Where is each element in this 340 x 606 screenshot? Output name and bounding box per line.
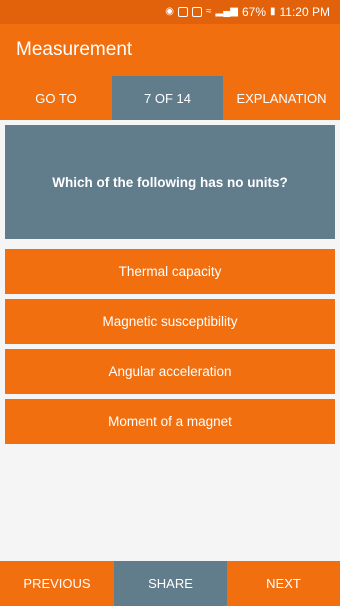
app-notification-icon [178,7,188,17]
goto-button[interactable]: GO TO [0,76,112,120]
notification-icon: ◉ [165,6,174,17]
app-bar: Measurement [0,24,340,76]
wifi-icon: ≈ [206,6,212,17]
bottom-nav: PREVIOUS SHARE NEXT [0,561,340,606]
answer-option[interactable]: Thermal capacity [5,249,335,294]
answer-option[interactable]: Moment of a magnet [5,399,335,444]
status-time: 11:20 PM [279,5,330,19]
page-title: Measurement [16,39,133,60]
answer-option[interactable]: Angular acceleration [5,349,335,394]
image-icon [192,7,202,17]
question-text: Which of the following has no units? [52,174,288,190]
share-button[interactable]: SHARE [114,561,227,606]
answer-options: Thermal capacity Magnetic susceptibility… [5,249,335,449]
battery-icon: ▮ [270,6,276,17]
previous-button[interactable]: PREVIOUS [0,561,114,606]
signal-icon: ▂▄▆ [215,6,238,17]
status-bar: ◉ ≈ ▂▄▆ 67% ▮ 11:20 PM [0,0,340,24]
next-button[interactable]: NEXT [227,561,340,606]
question-counter: 7 OF 14 [112,76,223,120]
explanation-button[interactable]: EXPLANATION [223,76,340,120]
battery-percent: 67% [241,5,266,19]
question-card: Which of the following has no units? [5,125,335,239]
answer-option[interactable]: Magnetic susceptibility [5,299,335,344]
question-nav: GO TO 7 OF 14 EXPLANATION [0,76,340,120]
